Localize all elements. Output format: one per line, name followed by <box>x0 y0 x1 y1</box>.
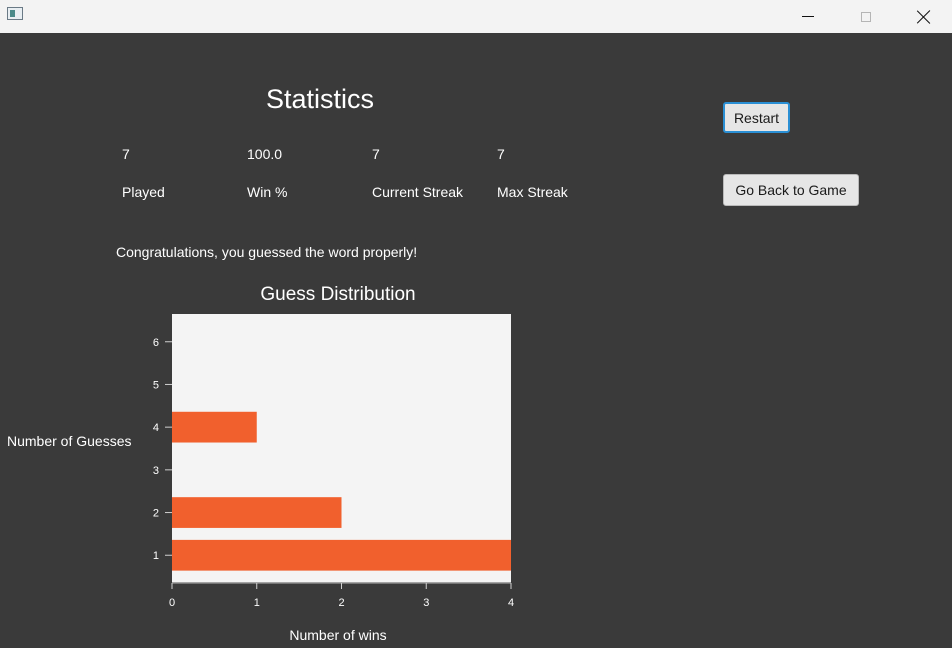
x-tick-label-1: 1 <box>254 597 260 609</box>
bar-2 <box>172 497 342 528</box>
bar-1 <box>172 539 511 571</box>
x-tick-label-3: 3 <box>423 597 429 609</box>
y-tick-label-1: 1 <box>153 550 159 562</box>
bar-4 <box>172 411 257 443</box>
x-tick-label-0: 0 <box>169 597 175 609</box>
y-tick-label-2: 2 <box>153 508 159 520</box>
y-tick-label-3: 3 <box>153 465 159 477</box>
y-tick-label-5: 5 <box>153 379 159 391</box>
x-tick-label-4: 4 <box>508 597 514 609</box>
y-tick-label-6: 6 <box>153 337 159 349</box>
y-tick-label-4: 4 <box>153 422 159 434</box>
chart-svg: 1 2 3 4 5 6 0 1 2 3 4 <box>153 337 514 609</box>
x-tick-label-2: 2 <box>338 597 344 609</box>
